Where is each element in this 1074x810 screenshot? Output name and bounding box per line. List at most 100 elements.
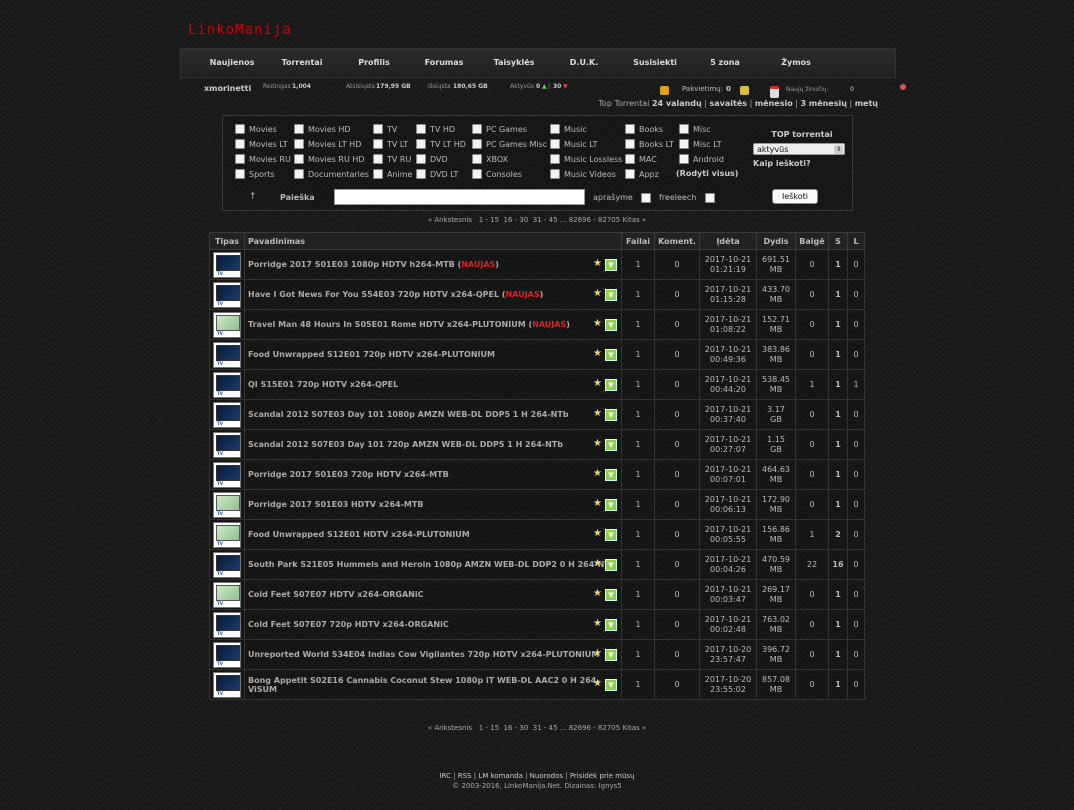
tv-category-icon[interactable]: TV: [213, 521, 241, 548]
checkbox-square[interactable]: [373, 154, 383, 164]
tv-category-icon[interactable]: TV: [213, 311, 241, 338]
type-cell[interactable]: TV: [209, 279, 245, 310]
snatched-cell[interactable]: 0: [795, 669, 829, 700]
snatched-cell[interactable]: 1: [795, 519, 829, 550]
table-row[interactable]: TV Food Unwrapped S12E01 720p HDTV x264-P…: [209, 339, 865, 370]
col-added[interactable]: Įdėta: [699, 232, 757, 250]
bookmark-star-icon[interactable]: ★: [593, 289, 603, 299]
checkbox-square[interactable]: [472, 169, 482, 179]
snatched-cell[interactable]: 0: [795, 459, 829, 490]
table-row[interactable]: TV Porridge 2017 S01E03 HDTV x264-MTB ★ ▼ 1 0…: [209, 489, 865, 520]
download-icon[interactable]: ▼: [605, 379, 617, 391]
leechers-cell[interactable]: 0: [847, 549, 865, 580]
seeders-cell[interactable]: 1: [828, 429, 848, 460]
table-row[interactable]: TV Porridge 2017 S01E03 1080p HDTV h264-M…: [209, 249, 865, 280]
type-cell[interactable]: TV: [209, 609, 245, 640]
nav-naujienos[interactable]: Naujienos: [193, 58, 271, 67]
checkbox-square[interactable]: [373, 139, 383, 149]
tv-category-icon[interactable]: TV: [213, 551, 241, 578]
category-checkbox[interactable]: Misc LT: [679, 139, 721, 149]
folder-icon[interactable]: [740, 86, 749, 95]
bookmark-star-icon[interactable]: ★: [593, 379, 603, 389]
prev-page-link[interactable]: « Ankstesnis: [428, 216, 472, 224]
leechers-cell[interactable]: 0: [847, 609, 865, 640]
top-24h-link[interactable]: 24 valandų: [652, 99, 702, 108]
checkbox-square[interactable]: [235, 124, 245, 134]
category-checkbox[interactable]: Documentaries: [294, 169, 369, 179]
tv-category-icon[interactable]: TV: [213, 371, 241, 398]
comments-cell[interactable]: 0: [654, 249, 700, 280]
torrent-title-link[interactable]: QI S15E01 720p HDTV x264-QPEL: [248, 380, 398, 389]
torrent-title-link[interactable]: Travel Man 48 Hours In S05E01 Rome HDTV …: [248, 320, 526, 329]
category-checkbox[interactable]: Movies RU HD: [294, 154, 365, 164]
seeders-cell[interactable]: 1: [828, 399, 848, 430]
category-checkbox[interactable]: MAC: [625, 154, 657, 164]
download-icon[interactable]: ▼: [605, 469, 617, 481]
footer-join-link[interactable]: Prisidėk prie mūsų: [570, 772, 635, 780]
footer-team-link[interactable]: LM komanda: [478, 772, 523, 780]
type-cell[interactable]: TV: [209, 309, 245, 340]
nav-susisiekti[interactable]: Susisiekti: [616, 58, 694, 67]
checkbox-square[interactable]: [416, 139, 426, 149]
seeders-cell[interactable]: 1: [828, 579, 848, 610]
torrent-title-link[interactable]: Food Unwrapped S12E01 720p HDTV x264-PLU…: [248, 350, 495, 359]
bookmark-star-icon[interactable]: ★: [593, 649, 603, 659]
type-cell[interactable]: TV: [209, 519, 245, 550]
leechers-cell[interactable]: 1: [847, 369, 865, 400]
table-row[interactable]: TV Food Unwrapped S12E01 HDTV x264-PLUTON…: [209, 519, 865, 550]
download-icon[interactable]: ▼: [605, 439, 617, 451]
tv-category-icon[interactable]: TV: [213, 671, 241, 698]
comments-cell[interactable]: 0: [654, 579, 700, 610]
leechers-cell[interactable]: 0: [847, 249, 865, 280]
type-cell[interactable]: TV: [209, 489, 245, 520]
page-last-link[interactable]: 82696 - 82705: [569, 216, 621, 224]
download-icon[interactable]: ▼: [605, 499, 617, 511]
snatched-cell[interactable]: 0: [795, 399, 829, 430]
table-row[interactable]: TV Scandal 2012 S07E03 Day 101 720p AMZN …: [209, 429, 865, 460]
checkbox-square[interactable]: [625, 139, 635, 149]
seeders-cell[interactable]: 1: [828, 459, 848, 490]
table-row[interactable]: TV Travel Man 48 Hours In S05E01 Rome HDT…: [209, 309, 865, 340]
category-checkbox[interactable]: Movies HD: [294, 124, 351, 134]
comments-cell[interactable]: 0: [654, 669, 700, 700]
torrent-title-link[interactable]: Porridge 2017 S01E03 HDTV x264-MTB: [248, 500, 423, 509]
checkbox-square[interactable]: [416, 124, 426, 134]
tv-category-icon[interactable]: TV: [213, 281, 241, 308]
snatched-cell[interactable]: 0: [795, 309, 829, 340]
snatched-cell[interactable]: 0: [795, 429, 829, 460]
torrent-title-link[interactable]: South Park S21E05 Hummels and Heroin 108…: [248, 560, 615, 569]
tv-category-icon[interactable]: TV: [213, 251, 241, 278]
comments-cell[interactable]: 0: [654, 339, 700, 370]
category-checkbox[interactable]: TV LT HD: [416, 139, 466, 149]
next-page-link[interactable]: Kitas »: [622, 216, 646, 224]
seeders-cell[interactable]: 16: [828, 549, 848, 580]
top-3months-link[interactable]: 3 mėnesių: [801, 99, 847, 108]
checkbox-square[interactable]: [625, 124, 635, 134]
leechers-cell[interactable]: 0: [847, 579, 865, 610]
leechers-cell[interactable]: 0: [847, 669, 865, 700]
table-row[interactable]: TV South Park S21E05 Hummels and Heroin 1…: [209, 549, 865, 580]
category-checkbox[interactable]: Music Lossless: [550, 154, 622, 164]
download-icon[interactable]: ▼: [605, 349, 617, 361]
torrent-title-link[interactable]: Porridge 2017 S01E03 1080p HDTV h264-MTB: [248, 260, 455, 269]
checkbox-square[interactable]: [235, 154, 245, 164]
page-last-link[interactable]: 82696 - 82705: [569, 724, 621, 732]
download-icon[interactable]: ▼: [605, 679, 617, 691]
site-logo[interactable]: LinkoManija: [188, 22, 292, 38]
comments-cell[interactable]: 0: [654, 489, 700, 520]
bookmark-star-icon[interactable]: ★: [593, 559, 603, 569]
category-checkbox[interactable]: DVD LT: [416, 169, 458, 179]
top-month-link[interactable]: mėnesio: [755, 99, 793, 108]
checkbox-square[interactable]: [235, 169, 245, 179]
torrent-title-link[interactable]: Cold Feet S07E07 720p HDTV x264-ORGANiC: [248, 620, 449, 629]
leechers-cell[interactable]: 0: [847, 279, 865, 310]
checkbox-square[interactable]: [550, 139, 560, 149]
leechers-cell[interactable]: 0: [847, 459, 865, 490]
checkbox-square[interactable]: [416, 154, 426, 164]
category-checkbox[interactable]: Movies LT: [235, 139, 288, 149]
checkbox-square[interactable]: [679, 154, 689, 164]
checkbox-square[interactable]: [416, 169, 426, 179]
type-cell[interactable]: TV: [209, 459, 245, 490]
category-checkbox[interactable]: DVD: [416, 154, 448, 164]
checkbox-square[interactable]: [373, 169, 383, 179]
